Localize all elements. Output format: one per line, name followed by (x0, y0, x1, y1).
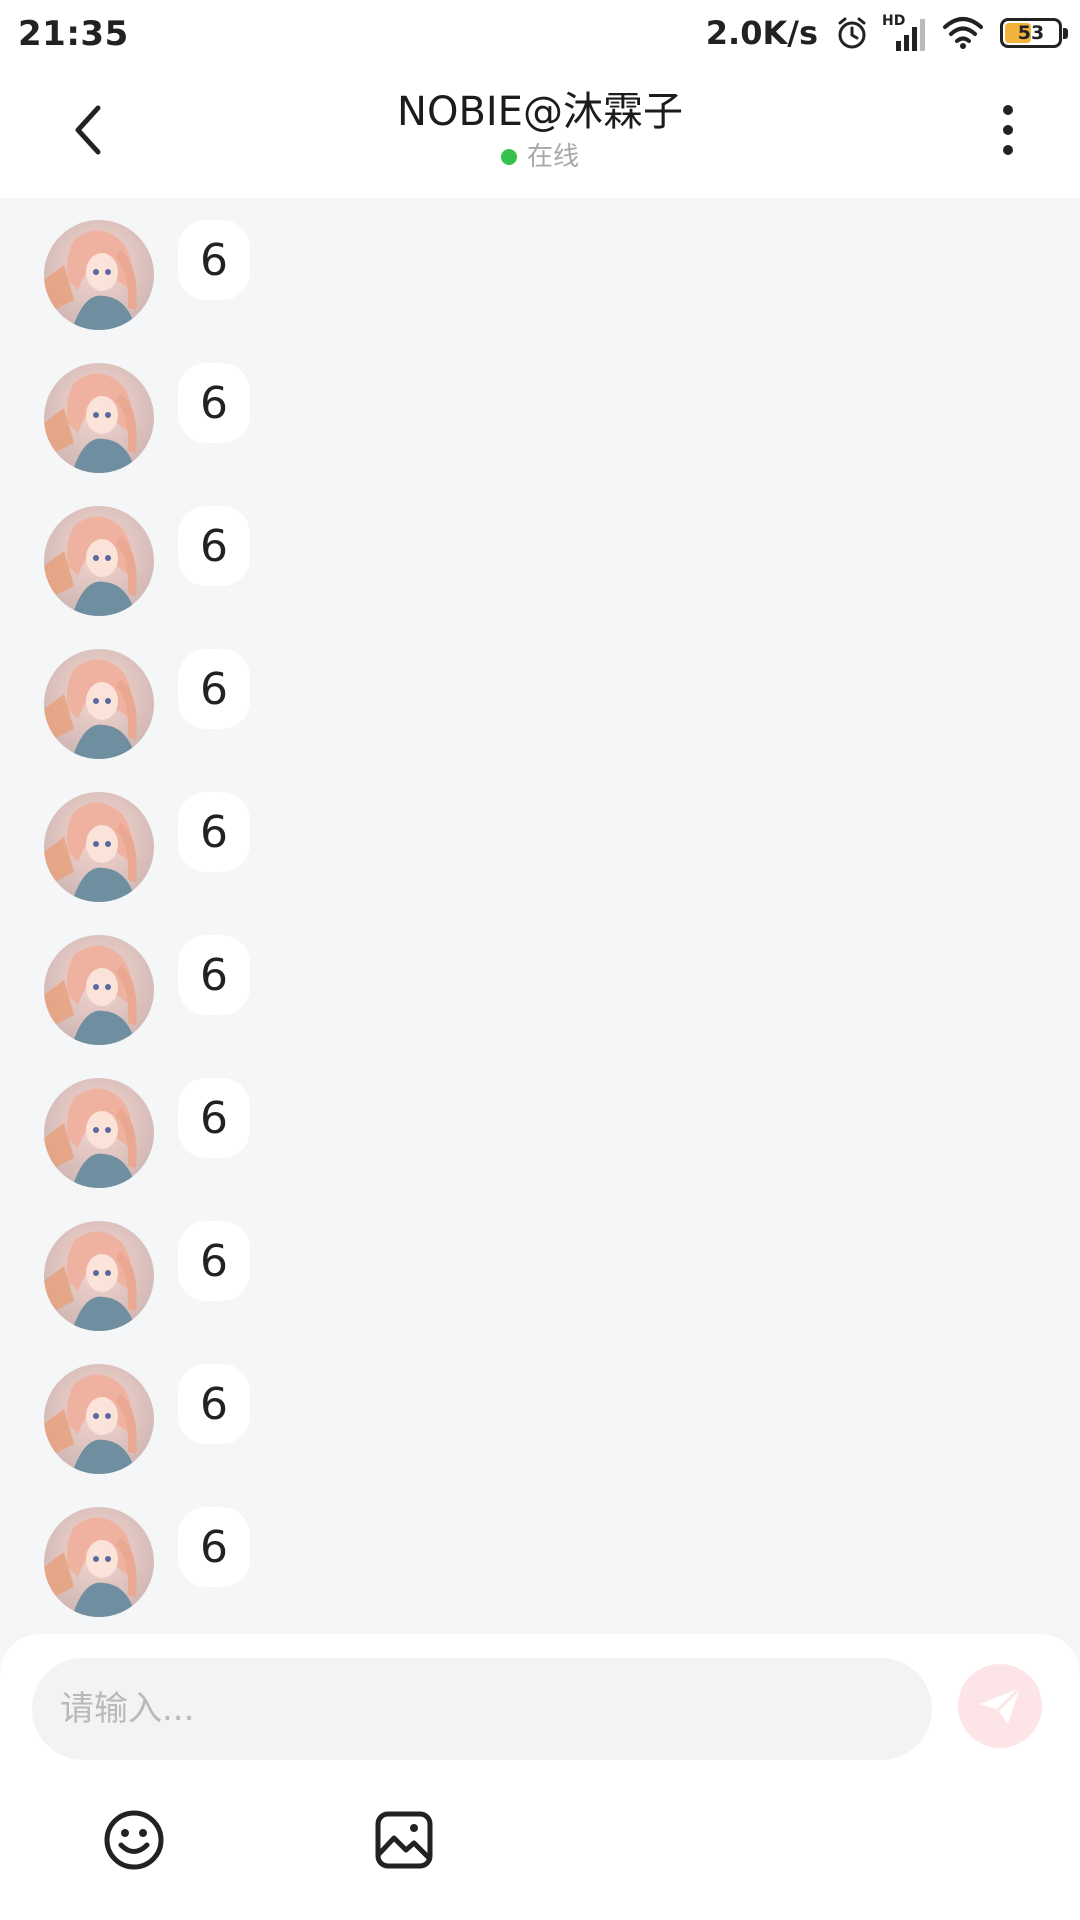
message-row: 6 (44, 363, 250, 473)
avatar[interactable] (44, 506, 154, 616)
message-bubble[interactable]: 6 (178, 220, 250, 300)
avatar[interactable] (44, 1364, 154, 1474)
send-icon (980, 1686, 1022, 1724)
more-options-button[interactable] (976, 94, 1040, 166)
status-bar: 21:35 2.0K/s HD 53 (0, 0, 1080, 66)
back-button[interactable] (52, 94, 124, 166)
battery-level: 53 (1017, 22, 1045, 44)
status-indicators: 2.0K/s HD 53 (705, 10, 1068, 56)
online-dot-icon (500, 149, 517, 165)
more-vertical-icon (1003, 105, 1013, 155)
message-row: 6 (44, 1364, 250, 1474)
avatar[interactable] (44, 935, 154, 1045)
signal-icon: HD (882, 13, 930, 53)
chat-header: NOBIE@沐霖子 在线 (0, 66, 1080, 198)
online-status-text: 在线 (526, 142, 579, 172)
avatar[interactable] (44, 1507, 154, 1617)
emoji-button[interactable] (98, 1804, 170, 1876)
chevron-left-icon (75, 105, 101, 155)
alarm-icon (834, 15, 870, 51)
avatar[interactable] (44, 363, 154, 473)
message-row: 6 (44, 1221, 250, 1331)
message-row: 6 (44, 649, 250, 759)
message-bubble[interactable]: 6 (178, 1364, 250, 1444)
message-bubble[interactable]: 6 (178, 1078, 250, 1158)
image-icon (375, 1811, 433, 1869)
composer-panel (0, 1634, 1080, 1920)
avatar[interactable] (44, 220, 154, 330)
message-row: 6 (44, 220, 250, 330)
image-button[interactable] (368, 1804, 440, 1876)
message-input[interactable] (32, 1658, 932, 1760)
battery-icon: 53 (1000, 18, 1068, 48)
emoji-icon (104, 1810, 164, 1870)
message-row: 6 (44, 506, 250, 616)
message-row: 6 (44, 792, 250, 902)
contact-name: NOBIE@沐霖子 (397, 89, 683, 135)
online-status: 在线 (200, 140, 880, 174)
wifi-icon (942, 15, 984, 51)
message-bubble[interactable]: 6 (178, 935, 250, 1015)
message-bubble[interactable]: 6 (178, 363, 250, 443)
message-row: 6 (44, 935, 250, 1045)
message-row: 6 (44, 1078, 250, 1188)
avatar[interactable] (44, 792, 154, 902)
chat-screen: 21:35 2.0K/s HD 53 NOBIE@沐霖子 在线 6 6 6 6 … (0, 0, 1080, 1920)
network-speed: 2.0K/s (705, 14, 818, 52)
message-bubble[interactable]: 6 (178, 1507, 250, 1587)
message-list[interactable]: 6 6 6 6 6 6 6 6 6 6 (0, 198, 1080, 1634)
status-time: 21:35 (18, 14, 129, 54)
send-button[interactable] (958, 1664, 1042, 1748)
message-bubble[interactable]: 6 (178, 649, 250, 729)
message-bubble[interactable]: 6 (178, 1221, 250, 1301)
avatar[interactable] (44, 649, 154, 759)
message-bubble[interactable]: 6 (178, 792, 250, 872)
message-bubble[interactable]: 6 (178, 506, 250, 586)
message-row: 6 (44, 1507, 250, 1617)
header-title-group: NOBIE@沐霖子 在线 (200, 86, 880, 174)
avatar[interactable] (44, 1078, 154, 1188)
avatar[interactable] (44, 1221, 154, 1331)
